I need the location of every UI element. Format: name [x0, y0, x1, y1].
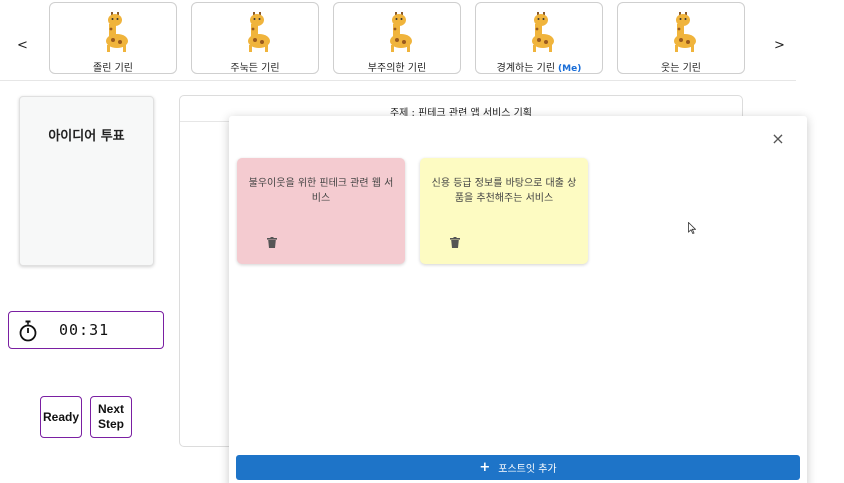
mouse-cursor-icon	[688, 222, 696, 234]
giraffe-avatar-icon	[106, 12, 128, 52]
ready-button[interactable]: Ready	[40, 396, 82, 438]
participant-card: 웃는 기린	[617, 2, 745, 74]
giraffe-avatar-icon	[248, 12, 270, 52]
trash-icon[interactable]	[267, 237, 277, 248]
plus-icon: +	[479, 460, 491, 475]
participant-name: 웃는 기린	[661, 63, 701, 74]
giraffe-avatar-icon	[390, 12, 412, 52]
stopwatch-icon	[19, 320, 37, 342]
postit-note[interactable]: 신용 등급 정보를 바탕으로 대출 상품을 추천해주는 서비스	[420, 158, 588, 264]
participant-card: 주눅든 기린	[191, 2, 319, 74]
add-postit-label: 포스트잇 추가	[498, 464, 557, 475]
next-step-button[interactable]: Next Step	[90, 396, 132, 438]
postit-modal: × 불우이웃을 위한 핀테크 관련 웹 서비스 신용 등급 정보를 바탕으로 대…	[229, 116, 807, 483]
next-arrow-button[interactable]: >	[774, 38, 785, 53]
participant-name: 부주의한 기린	[367, 63, 427, 74]
participant-card: 부주의한 기린	[333, 2, 461, 74]
participant-card-me: 경계하는 기린 (Me)	[475, 2, 603, 74]
trash-icon[interactable]	[450, 237, 460, 248]
participant-card: 졸린 기린	[49, 2, 177, 74]
postit-text: 신용 등급 정보를 바탕으로 대출 상품을 추천해주는 서비스	[431, 178, 577, 204]
participant-name: 주눅든 기린	[230, 63, 280, 74]
prev-arrow-button[interactable]: <	[17, 38, 28, 53]
me-badge: (Me)	[558, 64, 582, 74]
timer: 00:31	[8, 311, 164, 349]
close-button[interactable]: ×	[769, 130, 787, 148]
participant-name: 졸린 기린	[93, 63, 133, 74]
giraffe-avatar-icon	[532, 12, 554, 52]
postit-note[interactable]: 불우이웃을 위한 핀테크 관련 웹 서비스	[237, 158, 405, 264]
giraffe-avatar-icon	[674, 12, 696, 52]
postit-text: 불우이웃을 위한 핀테크 관련 웹 서비스	[248, 178, 394, 204]
divider	[0, 80, 796, 81]
add-postit-button[interactable]: + 포스트잇 추가	[236, 455, 800, 480]
participant-name: 경계하는 기린 (Me)	[496, 63, 582, 74]
stage-panel: 아이디어 투표	[19, 96, 154, 266]
stage-title: 아이디어 투표	[48, 129, 125, 144]
timer-value: 00:31	[59, 321, 110, 339]
